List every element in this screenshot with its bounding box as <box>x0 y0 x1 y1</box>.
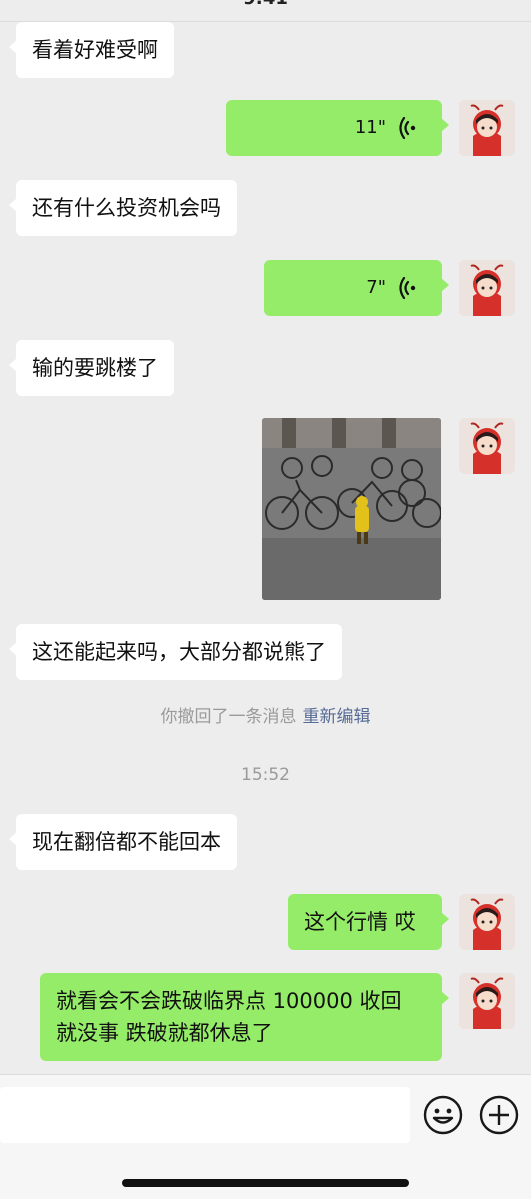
sent-message-bubble[interactable]: 就看会不会跌破临界点 100000 收回 就没事 跌破就都休息了 <box>40 973 449 1061</box>
message-text: 这个行情 哎 <box>304 910 416 934</box>
status-time: 9:41 <box>0 0 531 9</box>
voice-duration: 11" <box>354 117 386 138</box>
received-message-bubble[interactable]: 还有什么投资机会吗 <box>9 180 237 236</box>
cartoon-avatar-icon <box>459 100 515 156</box>
message-timestamp: 15:52 <box>241 765 290 785</box>
message-input[interactable] <box>0 1087 410 1143</box>
user-avatar[interactable] <box>459 894 515 950</box>
cartoon-avatar-icon <box>459 973 515 1029</box>
smiley-face-icon[interactable] <box>421 1093 465 1137</box>
reedit-link[interactable]: 重新编辑 <box>303 707 371 727</box>
message-text: 现在翻倍都不能回本 <box>32 830 221 854</box>
received-message-bubble[interactable]: 输的要跳楼了 <box>9 340 174 396</box>
title-bar: 9:41 <box>0 0 531 22</box>
message-text: 还有什么投资机会吗 <box>32 196 221 220</box>
home-indicator[interactable] <box>122 1179 409 1187</box>
sent-voice-message[interactable]: 11" <box>226 100 449 156</box>
message-text-line: 就没事 跌破就都休息了 <box>56 1021 273 1045</box>
user-avatar[interactable] <box>459 260 515 316</box>
voice-wave-icon <box>399 117 416 139</box>
sent-message-bubble[interactable]: 这个行情 哎 <box>288 894 449 950</box>
voice-wave-icon <box>399 277 416 299</box>
recall-text: 你撤回了一条消息 <box>160 707 297 727</box>
user-avatar[interactable] <box>459 100 515 156</box>
user-avatar[interactable] <box>459 973 515 1029</box>
message-text: 输的要跳楼了 <box>32 356 158 380</box>
cartoon-avatar-icon <box>459 260 515 316</box>
received-message-bubble[interactable]: 现在翻倍都不能回本 <box>9 814 237 870</box>
user-avatar[interactable] <box>459 418 515 474</box>
sent-voice-message[interactable]: 7" <box>264 260 449 316</box>
voice-duration: 7" <box>366 277 386 298</box>
message-text-line: 就看会不会跌破临界点 100000 收回 <box>56 989 402 1013</box>
received-message-bubble[interactable]: 这还能起来吗，大部分都说熊了 <box>9 624 342 680</box>
recall-notice: 你撤回了一条消息 重新编辑 <box>0 702 531 727</box>
message-text: 这还能起来吗，大部分都说熊了 <box>32 640 326 664</box>
rainy-street-photo <box>262 418 441 600</box>
sent-image-message[interactable] <box>262 418 441 600</box>
cartoon-avatar-icon <box>459 894 515 950</box>
cartoon-avatar-icon <box>459 418 515 474</box>
message-text: 看着好难受啊 <box>32 38 158 62</box>
received-message-bubble[interactable]: 看着好难受啊 <box>9 22 174 78</box>
plus-circle-icon[interactable] <box>477 1093 521 1137</box>
